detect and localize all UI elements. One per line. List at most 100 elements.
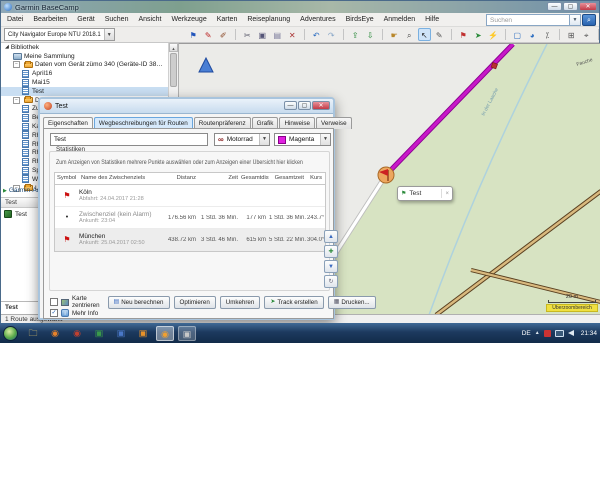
menu-item-datei[interactable]: Datei: [7, 16, 23, 23]
undo-icon[interactable]: ↶: [310, 28, 323, 41]
map-ratio-icon[interactable]: ⁒: [541, 28, 554, 41]
more-info-checkbox[interactable]: ✓: [50, 309, 58, 317]
menu-item-bearbeiten[interactable]: Bearbeiten: [33, 16, 67, 23]
delete-icon[interactable]: ✕: [286, 28, 299, 41]
search-input[interactable]: Suchen: [486, 14, 570, 26]
vehicle-dropdown-arrow-icon[interactable]: ▼: [259, 134, 269, 145]
search-dropdown-arrow-icon[interactable]: ▼: [570, 14, 581, 26]
table-side-buttons: ▲ ✚ ▼ ↻: [324, 230, 338, 288]
menu-item-ansicht[interactable]: Ansicht: [138, 16, 161, 23]
tree-toggle-icon[interactable]: −: [13, 97, 20, 104]
reverse-button[interactable]: Umkehren: [220, 296, 261, 309]
grid-icon[interactable]: ⊞: [565, 28, 578, 41]
cut-icon[interactable]: ✂: [241, 28, 254, 41]
tree-item-mai15[interactable]: Mai15: [1, 78, 168, 87]
menu-item-karten[interactable]: Karten: [217, 16, 238, 23]
zoom-tool-icon[interactable]: ⌕: [403, 28, 416, 41]
tree-toggle-icon[interactable]: −: [13, 61, 20, 68]
vehicle-select[interactable]: ∞ Motorrad ▼: [214, 133, 270, 146]
map-product-dropdown-arrow-icon[interactable]: ▼: [104, 29, 114, 40]
center-map-checkbox[interactable]: [50, 298, 58, 306]
table-row[interactable]: •Zwischenziel (kein Alarm)Ankunft: 23:04…: [55, 207, 325, 229]
map-product-select[interactable]: City Navigator Europe NTU 2018.1 ▼: [4, 28, 115, 41]
taskbar-firefox-icon[interactable]: ◉: [46, 326, 64, 341]
send-to-device-icon[interactable]: ⇪: [349, 28, 362, 41]
select-arrow-icon[interactable]: ↖: [418, 28, 431, 41]
move-up-button[interactable]: ▲: [324, 230, 338, 243]
tree-item-meine-sammlung[interactable]: Meine Sammlung: [1, 52, 168, 61]
menu-item-gerät[interactable]: Gerät: [77, 16, 95, 23]
dialog-title-bar[interactable]: Test — ▢ ✕: [40, 99, 333, 114]
print-button[interactable]: ▦Drucken...: [328, 296, 376, 309]
search-button[interactable]: ⌕: [582, 14, 596, 26]
menu-item-suchen[interactable]: Suchen: [105, 16, 129, 23]
move-down-button[interactable]: ▼: [324, 260, 338, 273]
maximize-button[interactable]: ▢: [563, 2, 578, 11]
draw-pencil-icon[interactable]: ✎: [433, 28, 446, 41]
new-waypoint-tool-icon[interactable]: ⚑: [187, 28, 200, 41]
statistics-hint[interactable]: Zum Anzeigen von Statistiken mehrere Pun…: [56, 160, 303, 166]
binoculars-icon[interactable]: ⌖: [580, 28, 593, 41]
tree-item-bibliothek[interactable]: ◢Bibliothek: [1, 43, 168, 52]
tree-item-april16[interactable]: April16: [1, 69, 168, 78]
menu-item-werkzeuge[interactable]: Werkzeuge: [171, 16, 206, 23]
connect-points-icon[interactable]: ➤: [472, 28, 485, 41]
dialog-minimize-button[interactable]: —: [284, 101, 297, 110]
tooltip-close-icon[interactable]: ×: [445, 191, 449, 197]
desktop: Garmin BaseCamp — ▢ ✕ Datei Bearbeiten Ger…: [0, 0, 600, 477]
minimize-button[interactable]: —: [547, 2, 562, 11]
menu-item-birdseye[interactable]: BirdsEye: [346, 16, 374, 23]
dialog-close-button[interactable]: ✕: [312, 101, 330, 110]
receive-from-device-icon[interactable]: ⇩: [364, 28, 377, 41]
menu-item-reiseplanung[interactable]: Reiseplanung: [247, 16, 290, 23]
taskbar-app-red-icon[interactable]: ◉: [68, 326, 86, 341]
tray-expand-icon[interactable]: ▲: [535, 330, 540, 336]
taskbar-app-blue-icon[interactable]: ▣: [112, 326, 130, 341]
taskbar-basecamp-icon[interactable]: ◉: [156, 326, 174, 341]
tree-item-test[interactable]: Test: [1, 87, 168, 96]
dialog-maximize-button[interactable]: ▢: [298, 101, 311, 110]
optimize-button[interactable]: Optimieren: [174, 296, 216, 309]
menu-item-adventures[interactable]: Adventures: [300, 16, 335, 23]
volume-icon[interactable]: [568, 330, 574, 336]
copy-icon[interactable]: ▣: [256, 28, 269, 41]
measure-lightning-icon[interactable]: ⚡: [487, 28, 500, 41]
tree-item-daten-vom-ger-t-z-mo-340[interactable]: −Daten vom Gerät zümo 340 (Geräte-ID 386…: [1, 61, 168, 70]
taskbar-capture-icon[interactable]: ▣: [178, 326, 196, 341]
tree-expander-icon[interactable]: ◢: [5, 44, 9, 50]
network-icon[interactable]: [555, 330, 564, 337]
scrollbar-thumb[interactable]: [170, 53, 177, 87]
new-route-tool-icon[interactable]: ✎: [202, 28, 215, 41]
taskbar-app-green-icon[interactable]: ▣: [90, 326, 108, 341]
language-indicator[interactable]: DE: [522, 330, 531, 337]
table-row[interactable]: ⚑KölnAbfahrt: 24.04.2017 21:28: [55, 185, 325, 207]
map-tooltip[interactable]: ⚑ Test ×: [397, 186, 453, 201]
pan-hand-icon[interactable]: ☛: [388, 28, 401, 41]
insert-flag-icon[interactable]: ⚑: [457, 28, 470, 41]
clock[interactable]: 21:34: [581, 330, 597, 337]
table-row[interactable]: ⚑MünchenAnkunft: 25.04.2017 02:50438.72 …: [55, 229, 325, 251]
menu-item-hilfe[interactable]: Hilfe: [425, 16, 439, 23]
taskbar-app-orange-icon[interactable]: ▣: [134, 326, 152, 341]
create-track-button[interactable]: ➤Track erstellen: [264, 296, 323, 309]
title-bar[interactable]: Garmin BaseCamp — ▢ ✕: [1, 1, 599, 13]
insert-point-button[interactable]: ✚: [324, 245, 338, 258]
recalculate-button[interactable]: ▤Neu berechnen: [108, 296, 170, 309]
new-track-tool-icon[interactable]: ✐: [217, 28, 230, 41]
redo-icon[interactable]: ↷: [325, 28, 338, 41]
close-button[interactable]: ✕: [579, 2, 597, 11]
loop-button[interactable]: ↻: [324, 275, 338, 288]
scroll-up-icon[interactable]: ▲: [169, 43, 178, 52]
tray-red-app-icon[interactable]: [544, 330, 551, 337]
taskbar-explorer-icon[interactable]: 🗀: [24, 326, 42, 341]
start-button[interactable]: [3, 326, 18, 341]
route-name-input[interactable]: Test: [50, 133, 208, 146]
color-dropdown-arrow-icon[interactable]: ▼: [320, 134, 330, 145]
map-detail-square-icon[interactable]: ▢: [511, 28, 524, 41]
recalculate-button-icon: ▤: [114, 297, 120, 308]
menu-item-anmelden[interactable]: Anmelden: [384, 16, 416, 23]
globe-icon[interactable]: ◕: [526, 28, 539, 41]
paste-icon[interactable]: ▤: [271, 28, 284, 41]
color-select[interactable]: Magenta ▼: [274, 133, 331, 146]
toolbar-separator: [235, 29, 236, 40]
